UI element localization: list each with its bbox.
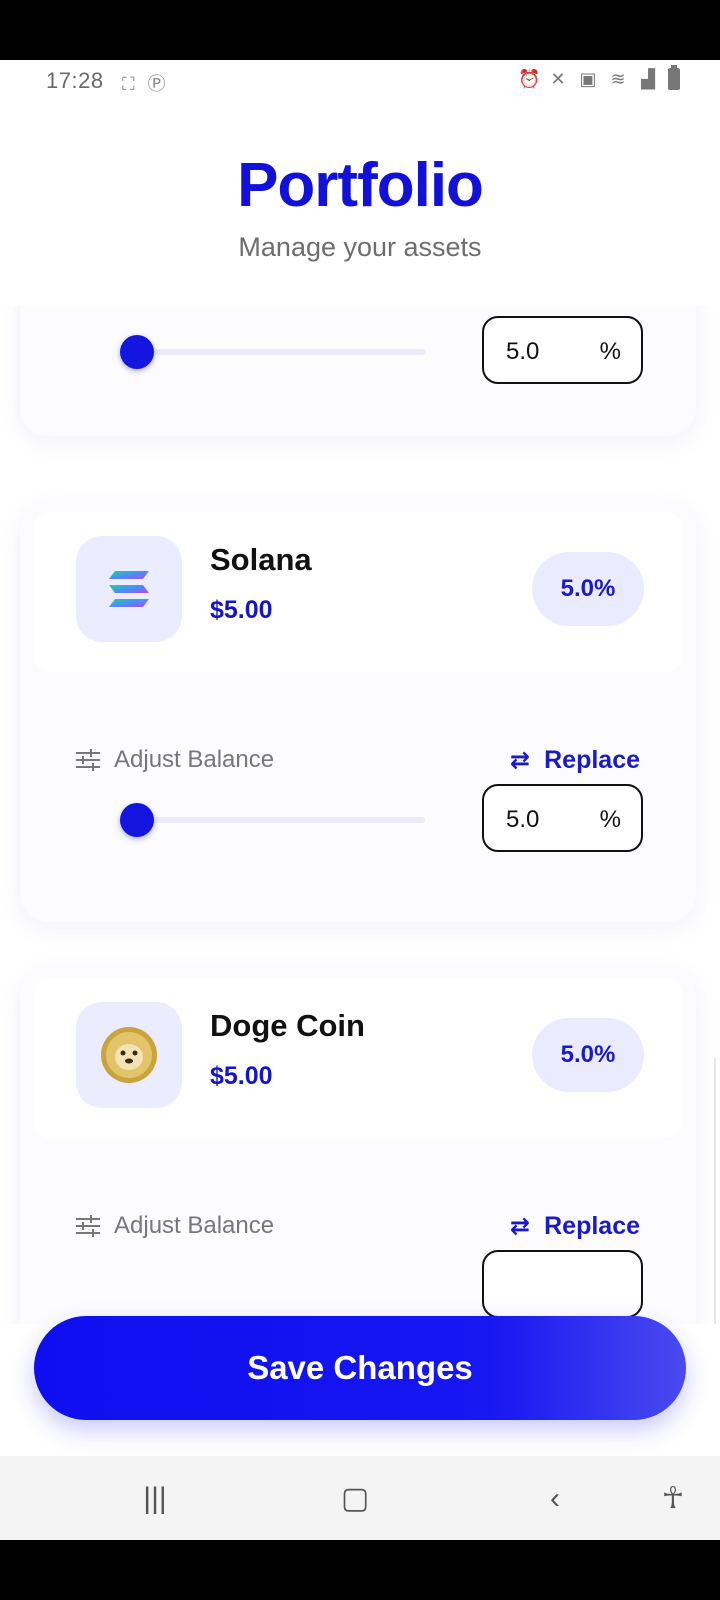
page-title: Portfolio xyxy=(237,151,484,220)
mute-icon: ✕ xyxy=(550,69,566,89)
recents-icon[interactable]: ||| xyxy=(130,1474,180,1524)
screenshot-icon: ⛶ xyxy=(122,74,135,94)
lock-icon: ▣ xyxy=(579,69,597,89)
replace-label: Replace xyxy=(544,746,640,774)
battery-icon xyxy=(668,65,680,90)
allocation-input-value[interactable]: 5.0 xyxy=(506,806,539,834)
back-icon[interactable]: ‹ xyxy=(530,1474,580,1524)
adjust-balance-button[interactable]: Adjust Balance xyxy=(76,1212,274,1240)
allocation-slider-row: 5.0 % xyxy=(0,784,720,854)
home-icon[interactable]: ▢ xyxy=(330,1474,380,1524)
allocation-input[interactable]: 5.0 % xyxy=(482,316,643,384)
adjust-balance-button[interactable]: Adjust Balance xyxy=(76,746,274,774)
allocation-input-unit: % xyxy=(599,338,621,365)
allocation-slider[interactable] xyxy=(120,803,425,837)
asset-card-solana: Solana $5.00 5.0% Adjust Balance ⇄ Repla… xyxy=(20,502,696,922)
wifi-icon: ≋ xyxy=(610,69,626,89)
sliders-icon xyxy=(76,749,100,771)
asset-list[interactable]: 5.0 % Solana $5.00 5.0% Adjust Balance ⇄… xyxy=(0,306,720,1324)
status-system-icons: ⏰ ✕ ▣ ≋ ▟ xyxy=(518,65,680,90)
app-screen: 17:28 ⛶ Ⓟ ⏰ ✕ ▣ ≋ ▟ Portfolio Manage you… xyxy=(0,60,720,1540)
adjust-balance-label: Adjust Balance xyxy=(114,1212,275,1239)
asset-name: Doge Coin xyxy=(210,1008,365,1043)
sliders-icon xyxy=(76,1215,100,1237)
slider-thumb[interactable] xyxy=(120,335,155,369)
swap-icon: ⇄ xyxy=(510,747,531,774)
status-notification-icons: ⛶ Ⓟ xyxy=(122,70,166,96)
page-subtitle: Manage your assets xyxy=(238,232,482,262)
solana-icon xyxy=(109,571,149,607)
allocation-input-value[interactable]: 5.0 xyxy=(506,338,539,366)
allocation-badge: 5.0% xyxy=(532,1018,644,1092)
notification-icon: Ⓟ xyxy=(147,74,166,94)
allocation-input[interactable]: 5.0 % xyxy=(482,784,643,852)
asset-value: $5.00 xyxy=(210,596,273,624)
system-nav-bar: ||| ▢ ‹ ☥ xyxy=(0,1456,720,1540)
asset-value: $5.00 xyxy=(210,1062,273,1090)
allocation-badge: 5.0% xyxy=(532,552,644,626)
adjust-balance-label: Adjust Balance xyxy=(114,746,275,773)
dogecoin-icon xyxy=(101,1027,157,1083)
asset-actions-row: Adjust Balance ⇄ Replace xyxy=(76,746,640,786)
alarm-icon: ⏰ xyxy=(518,69,541,89)
asset-name: Solana xyxy=(210,542,312,577)
replace-button[interactable]: ⇄ Replace xyxy=(510,1212,640,1241)
signal-icon: ▟ xyxy=(641,69,655,89)
slider-thumb[interactable] xyxy=(120,803,155,837)
allocation-input[interactable] xyxy=(482,1250,643,1318)
allocation-input-unit: % xyxy=(599,806,621,833)
save-changes-button[interactable]: Save Changes xyxy=(34,1316,686,1420)
scrollbar[interactable] xyxy=(714,1058,720,1324)
coin-badge xyxy=(76,1002,182,1108)
status-bar: 17:28 ⛶ Ⓟ ⏰ ✕ ▣ ≋ ▟ xyxy=(0,60,720,102)
swap-icon: ⇄ xyxy=(510,1213,531,1240)
asset-actions-row: Adjust Balance ⇄ Replace xyxy=(76,1212,640,1252)
status-time: 17:28 xyxy=(46,68,104,93)
allocation-slider-row: 5.0 % xyxy=(0,316,720,386)
replace-button[interactable]: ⇄ Replace xyxy=(510,746,640,775)
accessibility-icon[interactable]: ☥ xyxy=(648,1474,698,1524)
coin-badge xyxy=(76,536,182,642)
replace-label: Replace xyxy=(544,1212,640,1240)
allocation-slider[interactable] xyxy=(120,335,425,369)
